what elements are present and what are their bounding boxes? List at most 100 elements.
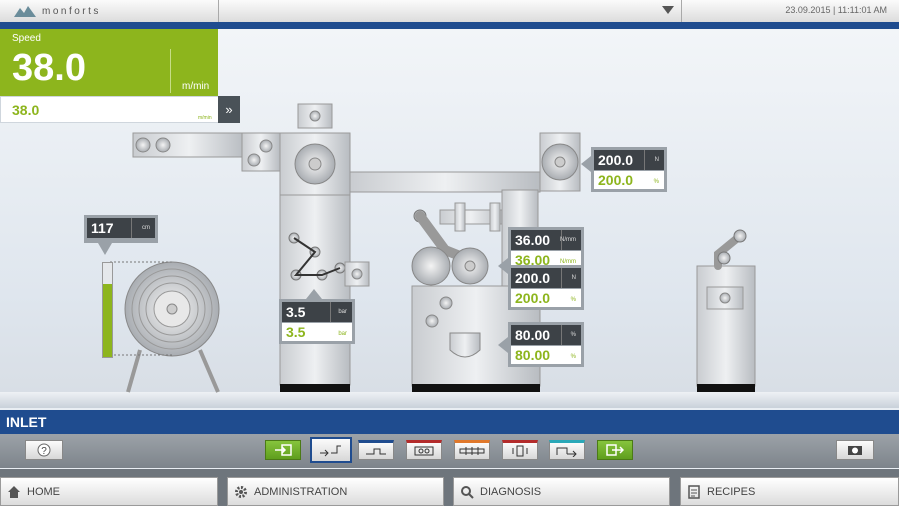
speed-panel: Speed 38.0 m/min 38.0 m/min » xyxy=(0,29,240,125)
readout-actual-row: 80.00 % xyxy=(511,325,581,345)
chevron-down-icon[interactable] xyxy=(662,6,674,14)
divider xyxy=(561,268,562,288)
search-icon xyxy=(461,485,474,499)
step-enter[interactable] xyxy=(265,440,301,460)
nav-diagnosis-label: DIAGNOSIS xyxy=(480,485,542,498)
screenshot-button[interactable] xyxy=(836,440,874,460)
process-toolbar xyxy=(0,434,899,468)
divider xyxy=(170,49,171,93)
readout-unit: bar xyxy=(338,331,347,337)
speed-unit: m/min xyxy=(182,81,210,92)
pointer xyxy=(498,337,508,353)
readout-unit: bar xyxy=(338,309,347,315)
divider xyxy=(131,218,132,238)
nav-administration-label: ADMINISTRATION xyxy=(254,485,348,498)
readout-setpoint: 80.00 xyxy=(515,347,551,363)
speed-setpoint-value: 38.0 xyxy=(12,102,40,118)
arrow-in-icon xyxy=(275,444,292,456)
readout-setpoint-row: 80.00 % xyxy=(511,346,581,364)
nav-recipes[interactable]: RECIPES xyxy=(680,477,899,506)
gear-icon xyxy=(235,485,247,498)
svg-text:?: ? xyxy=(41,446,47,457)
readout-actual-row: 3.5 bar xyxy=(282,302,352,322)
pointer xyxy=(306,289,322,299)
step-inlet[interactable] xyxy=(310,437,352,463)
readout-actual: 117 xyxy=(91,220,114,236)
readout-unit: N/mm xyxy=(560,237,576,243)
stretch-icon xyxy=(459,447,485,455)
readout-unit: % xyxy=(570,297,576,303)
readout-actual: 80.00 xyxy=(515,327,551,343)
divider xyxy=(561,325,562,345)
readout-actual-row: 36.00 N/mm xyxy=(511,230,581,250)
readout-setpoint-row: 3.5 bar xyxy=(282,323,352,341)
mountain-logo-icon xyxy=(14,6,36,17)
readout-unit: % xyxy=(570,354,576,360)
readout-unit: % xyxy=(653,179,659,185)
tension-mid-readout[interactable]: 200.0 N 200.0 % xyxy=(508,265,584,310)
padder-icon xyxy=(366,448,386,455)
tension-top-readout[interactable]: 200.0 N 200.0 % xyxy=(591,147,667,192)
readout-unit: N xyxy=(654,157,659,163)
speed-label: Speed xyxy=(12,33,41,44)
step-exit[interactable] xyxy=(597,440,633,460)
section-header: INLET xyxy=(0,410,899,434)
readout-setpoint-row: 200.0 % xyxy=(511,289,581,307)
readout-actual-row: 200.0 N xyxy=(511,268,581,288)
step-cooling[interactable] xyxy=(502,440,538,460)
readout-actual: 200.0 xyxy=(598,152,634,168)
header-accent-bar xyxy=(0,22,899,29)
step-dryer[interactable] xyxy=(406,440,442,460)
nav-home[interactable]: HOME xyxy=(0,477,218,506)
document-icon xyxy=(688,484,700,499)
readout-unit: cm xyxy=(142,225,150,231)
readout-actual: 3.5 xyxy=(286,304,306,320)
readout-setpoint: 3.5 xyxy=(286,324,306,340)
roll-diameter-gauge xyxy=(102,262,113,358)
gauge-fill xyxy=(103,283,112,357)
inlet-icon xyxy=(320,445,341,457)
step-stretcher[interactable] xyxy=(454,440,490,460)
datetime-display: 23.09.2015 | 11:11:01 AM xyxy=(785,5,887,15)
nav-diagnosis[interactable]: DIAGNOSIS xyxy=(453,477,670,506)
camera-icon xyxy=(848,446,862,455)
outlet-icon xyxy=(556,447,577,457)
dryer-icon xyxy=(414,446,434,456)
step-padder[interactable] xyxy=(358,440,394,460)
divider xyxy=(644,150,645,170)
pointer xyxy=(498,258,508,274)
readout-setpoint: 200.0 xyxy=(515,290,551,306)
pointer xyxy=(98,243,112,255)
pointer xyxy=(581,156,591,172)
divider xyxy=(330,302,331,322)
speed-setpoint-unit: m/min xyxy=(198,115,212,121)
roll-diameter-readout: 117 cm xyxy=(84,215,158,243)
question-icon: ? xyxy=(37,443,51,457)
home-icon xyxy=(8,485,20,498)
pressure-readout[interactable]: 3.5 bar 3.5 bar xyxy=(279,299,355,344)
speed-value: 38.0 xyxy=(12,47,86,89)
arrow-out-icon xyxy=(606,444,624,456)
nav-recipes-label: RECIPES xyxy=(707,485,756,498)
divider xyxy=(218,0,219,22)
section-title: INLET xyxy=(6,414,47,430)
title-bar: monforts 23.09.2015 | 11:11:01 AM xyxy=(0,0,899,23)
nav-administration[interactable]: ADMINISTRATION xyxy=(227,477,444,506)
readout-actual-row: 117 cm xyxy=(87,218,155,238)
readout-unit: N xyxy=(571,275,576,281)
nav-home-label: HOME xyxy=(27,485,60,498)
readout-setpoint: 200.0 xyxy=(598,172,634,188)
readout-actual-row: 200.0 N xyxy=(594,150,664,170)
brand-logo: monforts xyxy=(14,3,101,19)
step-outlet[interactable] xyxy=(549,440,585,460)
readout-setpoint-row: 200.0 % xyxy=(594,171,664,189)
readout-unit: % xyxy=(570,332,576,338)
cooling-icon xyxy=(512,445,528,457)
divider xyxy=(681,0,682,22)
chevrons-right-icon[interactable]: » xyxy=(218,96,240,123)
readout-actual: 200.0 xyxy=(515,270,551,286)
dancer-readout[interactable]: 80.00 % 80.00 % xyxy=(508,322,584,367)
readout-actual: 36.00 xyxy=(515,232,551,248)
help-button[interactable]: ? xyxy=(25,440,63,460)
brand-name: monforts xyxy=(42,5,101,17)
